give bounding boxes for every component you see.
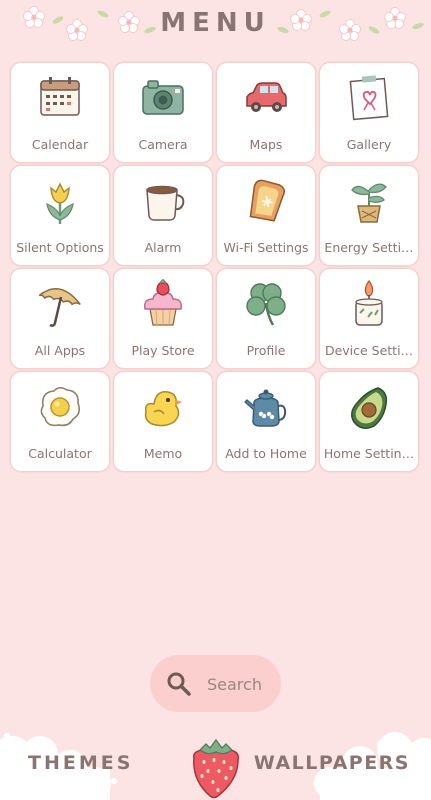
toast-icon: [249, 179, 285, 222]
search-button[interactable]: Search: [150, 655, 281, 712]
app-label: Add to Home: [225, 446, 307, 461]
app-tile-alarm[interactable]: Alarm: [114, 166, 212, 265]
app-label: Device Setti…: [324, 343, 414, 358]
app-label: All Apps: [34, 343, 86, 358]
app-label: Calendar: [31, 137, 89, 152]
app-tile-camera[interactable]: Camera: [114, 63, 212, 162]
app-tile-energy-settings[interactable]: Energy Setti…: [320, 166, 418, 265]
umbrella-icon: [38, 287, 81, 327]
header: MENU: [0, 0, 431, 56]
app-label: Alarm: [144, 240, 182, 255]
app-tile-home-settings[interactable]: Home Settin…: [320, 372, 418, 471]
tulip-icon: [46, 182, 74, 224]
app-label: Gallery: [346, 137, 392, 152]
search-label: Search: [207, 675, 262, 694]
app-tile-gallery[interactable]: Gallery: [320, 63, 418, 162]
teapot-icon: [244, 389, 287, 427]
camera-icon: [142, 80, 184, 115]
app-label: Camera: [138, 137, 188, 152]
bottom-bar: THEMES WALLPAPERS: [0, 728, 431, 800]
car-icon: [246, 82, 287, 112]
app-tile-add-to-home[interactable]: Add to Home: [217, 372, 315, 471]
app-tile-calendar[interactable]: Calendar: [11, 63, 109, 162]
app-label: Home Settin…: [323, 446, 415, 461]
coffee-cup-icon: [146, 185, 185, 221]
app-tile-all-apps[interactable]: All Apps: [11, 269, 109, 368]
app-label: Silent Options: [16, 240, 104, 255]
app-tile-silent-options[interactable]: Silent Options: [11, 166, 109, 265]
cupcake-icon: [143, 279, 183, 326]
calendar-icon: [40, 77, 80, 116]
page-title: MENU: [160, 8, 271, 38]
app-tile-device-settings[interactable]: Device Setti…: [320, 269, 418, 368]
app-label: Calculator: [28, 446, 92, 461]
app-tile-profile[interactable]: Profile: [217, 269, 315, 368]
app-label: Profile: [246, 343, 286, 358]
wallpapers-button[interactable]: WALLPAPERS: [254, 752, 410, 774]
fried-egg-icon: [40, 387, 80, 427]
potted-plant-icon: [351, 183, 387, 223]
app-label: Memo: [143, 446, 183, 461]
candle-icon: [355, 279, 383, 326]
themes-button[interactable]: THEMES: [28, 752, 133, 774]
app-tile-play-store[interactable]: Play Store: [114, 269, 212, 368]
app-tile-memo[interactable]: Memo: [114, 372, 212, 471]
avocado-icon: [351, 387, 388, 429]
strawberry-icon[interactable]: [188, 736, 244, 800]
app-tile-wifi-settings[interactable]: Wi-Fi Settings: [217, 166, 315, 265]
chick-icon: [144, 391, 182, 427]
search-icon: [167, 672, 191, 696]
app-tile-calculator[interactable]: Calculator: [11, 372, 109, 471]
app-tile-maps[interactable]: Maps: [217, 63, 315, 162]
app-label: Maps: [249, 137, 283, 152]
app-label: Wi-Fi Settings: [223, 240, 309, 255]
app-label: Play Store: [131, 343, 195, 358]
picture-frame-icon: [349, 75, 389, 121]
clover-icon: [246, 283, 286, 326]
app-grid: Calendar Camera Maps Gallery Silent Opti…: [11, 63, 421, 471]
app-label: Energy Setti…: [324, 240, 414, 255]
